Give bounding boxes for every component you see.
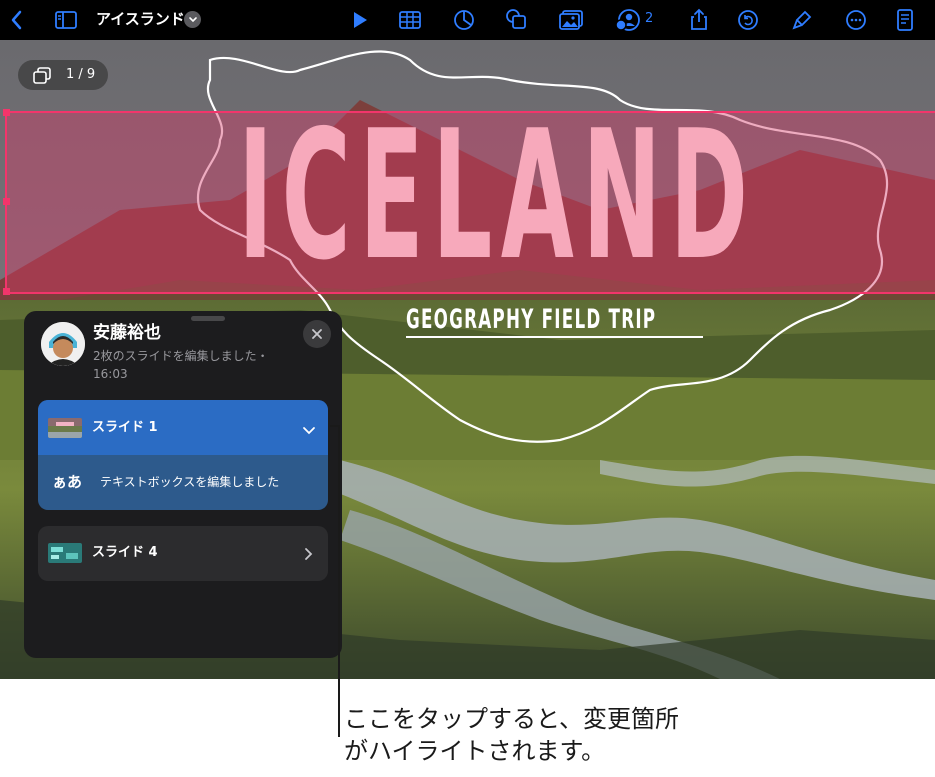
callout-line-2: がハイライトされます。 bbox=[344, 737, 606, 765]
subtitle-underline bbox=[406, 336, 703, 338]
collaboration-icon[interactable] bbox=[614, 6, 642, 34]
chevron-right-icon bbox=[304, 546, 314, 565]
callout-text: ここをタップすると、変更箇所 がハイライトされます。 bbox=[344, 703, 679, 767]
close-icon bbox=[312, 329, 322, 339]
slide-thumbnail bbox=[48, 417, 82, 438]
shape-icon[interactable] bbox=[503, 6, 531, 34]
slide-activity-row[interactable]: スライド 4 bbox=[38, 526, 328, 581]
close-button[interactable] bbox=[303, 320, 331, 348]
selection-handle[interactable] bbox=[3, 288, 10, 295]
slides-icon bbox=[32, 67, 52, 89]
format-brush-icon[interactable] bbox=[788, 6, 816, 34]
selection-handle[interactable] bbox=[3, 198, 10, 205]
activity-summary: 2枚のスライドを編集しました・16:03 bbox=[93, 349, 269, 381]
table-icon[interactable] bbox=[396, 6, 424, 34]
slide-row-label: スライド 4 bbox=[92, 545, 158, 560]
callout-line-1: ここをタップすると、変更箇所 bbox=[344, 705, 680, 733]
chart-icon[interactable] bbox=[450, 6, 478, 34]
collaborator-name: 安藤裕也 bbox=[93, 323, 161, 343]
title-menu-chevron-icon[interactable] bbox=[184, 11, 201, 28]
collaborator-count: 2 bbox=[645, 11, 654, 26]
more-icon[interactable] bbox=[842, 6, 870, 34]
back-chevron-icon[interactable] bbox=[3, 6, 31, 34]
sidebar-toggle-icon[interactable] bbox=[52, 6, 80, 34]
callout-line bbox=[338, 426, 340, 737]
undo-icon[interactable] bbox=[734, 6, 762, 34]
slide-row-label: スライド 1 bbox=[92, 419, 158, 435]
document-title[interactable]: アイスランド bbox=[96, 9, 185, 29]
collaboration-activity-panel: 安藤裕也 2枚のスライドを編集しました・16:03 スライド 1 ぁあ テキスト… bbox=[24, 311, 342, 658]
slide-activity-group: スライド 1 ぁあ テキストボックスを編集しました bbox=[38, 400, 328, 510]
presenter-notes-icon[interactable] bbox=[891, 6, 919, 34]
slide-thumbnail bbox=[48, 543, 82, 563]
change-description: テキストボックスを編集しました bbox=[100, 475, 280, 489]
slide-counter[interactable]: 1 / 9 bbox=[18, 60, 108, 90]
slide-title-text[interactable]: ICELAND bbox=[238, 96, 748, 296]
avatar bbox=[41, 322, 85, 366]
chevron-down-icon bbox=[302, 421, 316, 440]
selection-handle[interactable] bbox=[3, 109, 10, 116]
share-icon[interactable] bbox=[685, 6, 713, 34]
play-icon[interactable] bbox=[346, 6, 374, 34]
text-edit-icon: ぁあ bbox=[52, 473, 83, 491]
panel-grabber[interactable] bbox=[191, 316, 225, 321]
slide-activity-row[interactable]: スライド 1 bbox=[38, 400, 328, 455]
toolbar: アイスランド 2 bbox=[0, 0, 935, 40]
change-item[interactable]: ぁあ テキストボックスを編集しました bbox=[38, 455, 328, 510]
slide-counter-label: 1 / 9 bbox=[66, 67, 96, 82]
slide-subtitle-text[interactable]: GEOGRAPHY FIELD TRIP bbox=[406, 305, 656, 335]
media-icon[interactable] bbox=[557, 6, 585, 34]
